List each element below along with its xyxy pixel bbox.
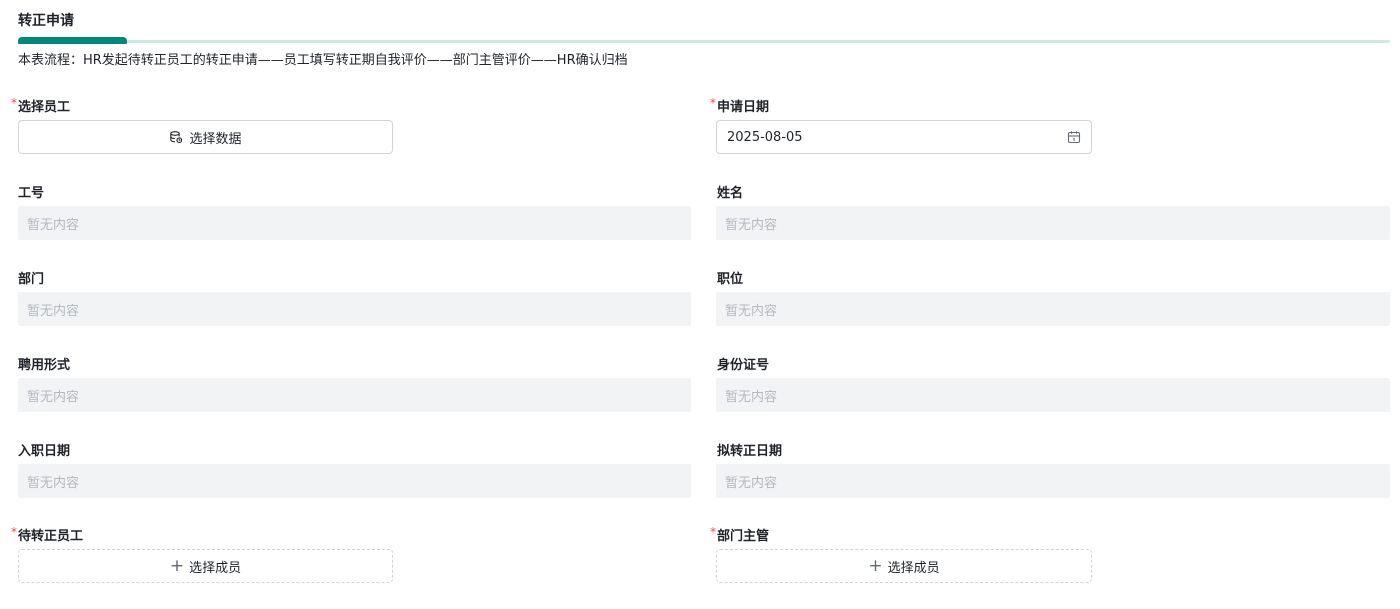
select-data-button[interactable]: 选择数据 xyxy=(18,120,393,154)
position-field: 暂无内容 xyxy=(716,292,1390,326)
section-title-underline xyxy=(18,37,1390,44)
employment-type-label: 聘用形式 xyxy=(18,358,71,373)
id-number-label: 身份证号 xyxy=(717,358,770,373)
apply-date-input[interactable]: 2025-08-05 xyxy=(716,120,1092,154)
name-field: 暂无内容 xyxy=(716,206,1390,240)
form-description: 本表流程：HR发起待转正员工的转正申请——员工填写转正期自我评价——部门主管评价… xyxy=(18,53,628,68)
required-mark: * xyxy=(710,96,716,110)
select-dept-manager-button[interactable]: + 选择成员 xyxy=(716,549,1092,583)
calendar-icon[interactable] xyxy=(1067,130,1081,144)
department-field: 暂无内容 xyxy=(18,292,691,326)
plus-icon: + xyxy=(169,555,185,576)
department-label: 部门 xyxy=(18,272,45,287)
pending-employee-label: 待转正员工 xyxy=(18,529,84,544)
required-mark: * xyxy=(11,96,17,110)
apply-date-label: 申请日期 xyxy=(717,100,770,115)
planned-regular-date-label: 拟转正日期 xyxy=(717,444,783,459)
id-number-field: 暂无内容 xyxy=(716,378,1390,412)
hire-date-label: 入职日期 xyxy=(18,444,71,459)
plus-icon: + xyxy=(868,555,883,576)
employee-no-field: 暂无内容 xyxy=(18,206,691,240)
select-pending-employee-button[interactable]: + 选择成员 xyxy=(18,549,393,583)
name-label: 姓名 xyxy=(717,186,744,201)
select-member-label: 选择成员 xyxy=(189,560,242,576)
required-mark: * xyxy=(11,525,17,539)
employee-no-label: 工号 xyxy=(18,186,45,201)
section-title: 转正申请 xyxy=(18,13,74,29)
select-data-label: 选择数据 xyxy=(189,131,242,147)
underline-accent xyxy=(18,37,127,44)
hire-date-field: 暂无内容 xyxy=(18,464,691,498)
dept-manager-label: 部门主管 xyxy=(717,529,770,544)
position-label: 职位 xyxy=(717,272,744,287)
underline-track xyxy=(18,40,1390,43)
required-mark: * xyxy=(710,525,716,539)
apply-date-value: 2025-08-05 xyxy=(727,129,803,145)
select-employee-label: 选择员工 xyxy=(18,100,71,115)
select-member-label: 选择成员 xyxy=(887,560,940,576)
planned-regular-date-field: 暂无内容 xyxy=(716,464,1390,498)
database-icon xyxy=(169,130,183,144)
employment-type-field: 暂无内容 xyxy=(18,378,691,412)
